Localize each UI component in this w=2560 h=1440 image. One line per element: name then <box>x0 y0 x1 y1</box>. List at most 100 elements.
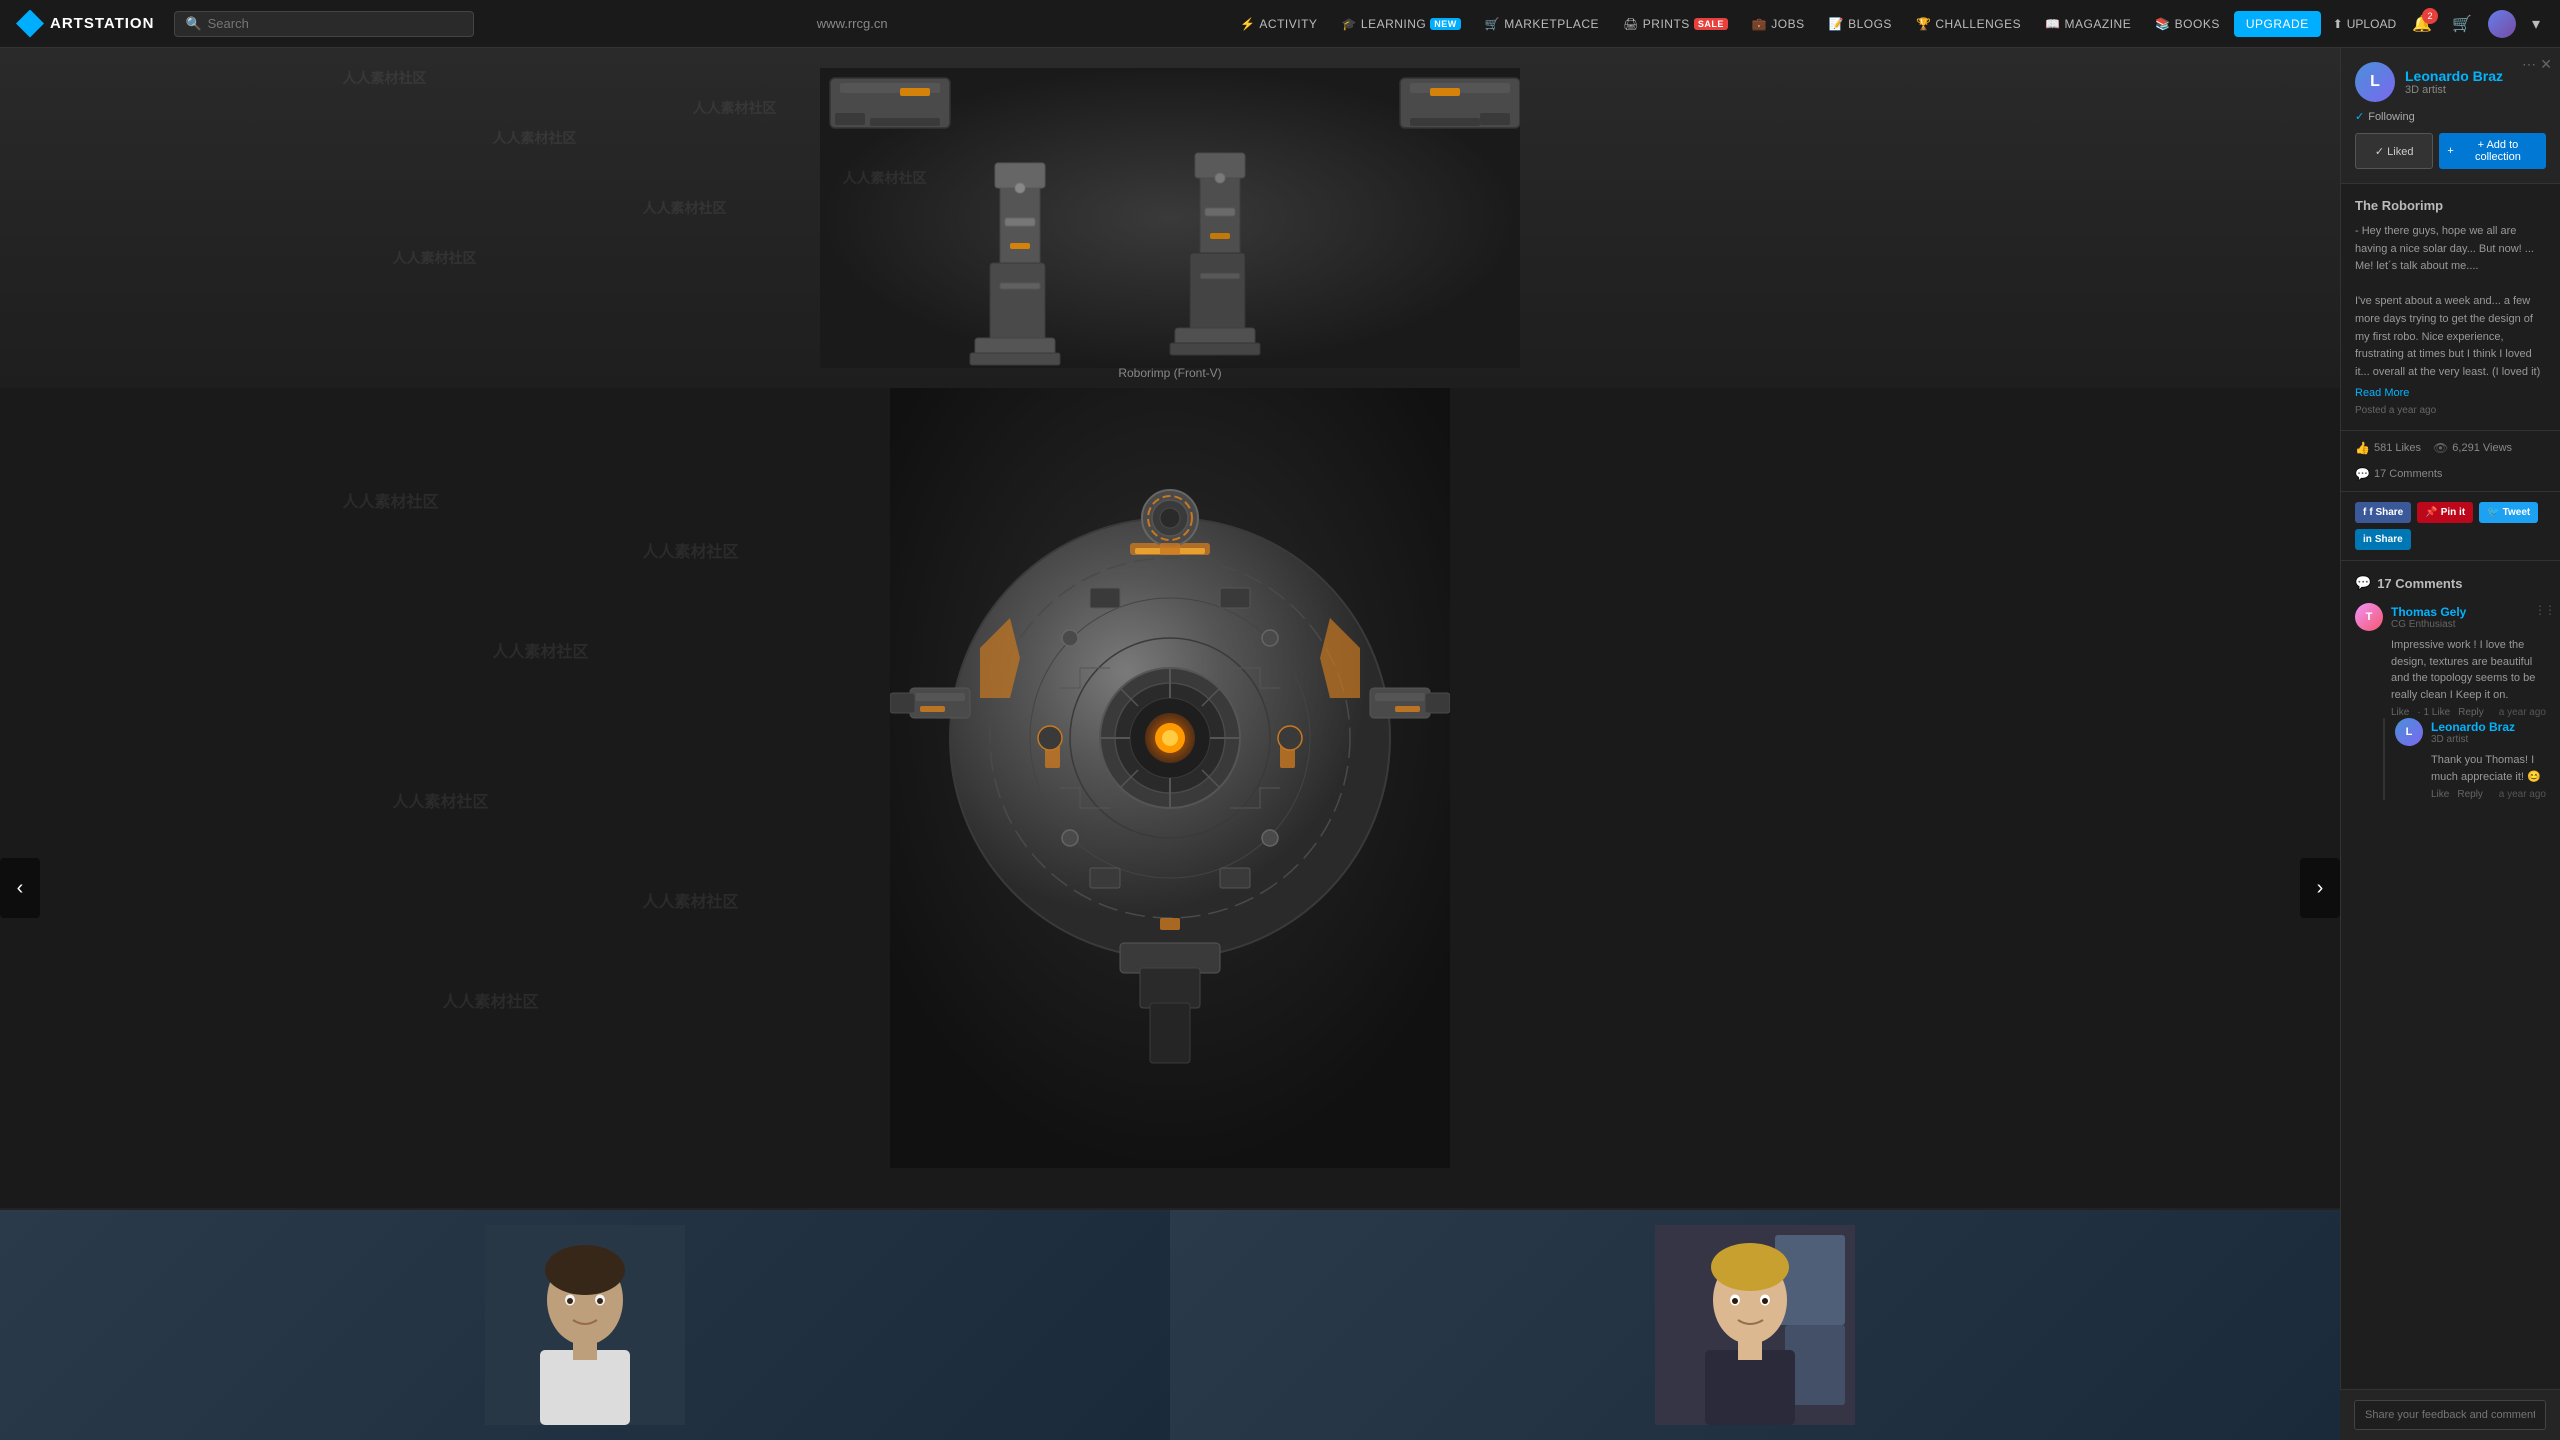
share-twitter-button[interactable]: 🐦 Tweet <box>2479 502 2538 523</box>
search-box[interactable]: 🔍 <box>174 11 474 37</box>
reply-text-leonardo: Thank you Thomas! I much appreciate it! … <box>2431 752 2546 785</box>
user-avatar-nav[interactable] <box>2488 10 2516 38</box>
comment-item: ⋮ T Thomas Gely CG Enthusiast Impressive… <box>2355 603 2546 800</box>
url-text: www.rrcg.cn <box>817 16 888 31</box>
reply-actions-leonardo: Like Reply a year ago <box>2431 789 2546 800</box>
comment-text-thomas: Impressive work ! I love the design, tex… <box>2391 637 2546 703</box>
marketplace-icon: 🛒 <box>1485 17 1500 31</box>
comments-stat: 💬 17 Comments <box>2355 467 2442 481</box>
reply-author-leonardo[interactable]: Leonardo Braz <box>2431 720 2515 734</box>
reply-comment-button[interactable]: Reply <box>2458 707 2484 718</box>
comment-header: T Thomas Gely CG Enthusiast <box>2355 603 2546 631</box>
wm-1: 人人素材社区 <box>343 488 439 512</box>
robot-top-svg <box>820 68 1520 368</box>
video-popup <box>0 1210 2340 1440</box>
views-stat: 👁 6,291 Views <box>2433 441 2512 455</box>
wm-6: 人人素材社区 <box>443 988 539 1012</box>
add-collection-button[interactable]: + + Add to collection <box>2439 133 2546 169</box>
linkedin-icon: in <box>2363 534 2372 545</box>
logo[interactable]: ARTSTATION <box>16 10 154 38</box>
like-reply-button[interactable]: Like <box>2431 789 2449 800</box>
next-artwork-button[interactable]: › <box>2300 858 2340 918</box>
reply-reply-button[interactable]: Reply <box>2457 789 2483 800</box>
share-row: f f Share 📌 Pin it 🐦 Tweet in Share <box>2341 492 2560 561</box>
search-input[interactable] <box>208 16 464 31</box>
plus-icon: + <box>2447 145 2453 157</box>
comments-icon: 💬 <box>2355 575 2371 591</box>
reply-header-leonardo: L Leonardo Braz 3D artist <box>2395 718 2546 746</box>
post-date: Posted a year ago <box>2355 405 2546 416</box>
comments-section: 💬 17 Comments ⋮ T Thomas Gely CG Enthusi… <box>2341 561 2560 828</box>
nav-item-jobs[interactable]: 💼 JOBS <box>1742 11 1815 37</box>
artwork-caption: Roborimp (Front-V) <box>1118 366 1221 380</box>
following-status: ✓ Following <box>2355 110 2546 123</box>
wm-4: 人人素材社区 <box>643 888 739 912</box>
share-pinterest-button[interactable]: 📌 Pin it <box>2417 502 2473 523</box>
description-section: The Roborimp - Hey there guys, hope we a… <box>2341 184 2560 431</box>
books-icon: 📚 <box>2155 17 2170 31</box>
watermark-4: 人人素材社区 <box>393 248 477 268</box>
read-more-link[interactable]: Read More <box>2355 387 2546 399</box>
share-facebook-button[interactable]: f f Share <box>2355 502 2411 523</box>
nav-item-magazine[interactable]: 📖 MAGAZINE <box>2035 11 2141 37</box>
video-placeholder-2 <box>1170 1210 2340 1440</box>
nav-item-marketplace[interactable]: 🛒 MARKETPLACE <box>1475 11 1609 37</box>
top-navigation: ARTSTATION 🔍 www.rrcg.cn ⚡ ACTIVITY 🎓 LE… <box>0 0 2560 48</box>
new-badge: NEW <box>1430 18 1461 30</box>
person-1-svg <box>485 1225 685 1425</box>
reply-info-leonardo: Leonardo Braz 3D artist <box>2431 720 2515 745</box>
wm-3: 人人素材社区 <box>393 788 489 812</box>
video-panel-1 <box>0 1210 1170 1440</box>
artwork-bottom-inner: 人人素材社区 人人素材社区 人人素材社区 人人素材社区 人人素材社区 人人素材社… <box>293 388 2048 1208</box>
reply-avatar-leonardo: L <box>2395 718 2423 746</box>
user-menu-chevron[interactable]: ▾ <box>2528 10 2544 38</box>
nav-item-prints[interactable]: 🖨 PRINTS SALE <box>1613 11 1738 37</box>
url-bar: www.rrcg.cn <box>486 16 1218 31</box>
prev-artwork-button[interactable]: ‹ <box>0 858 40 918</box>
check-icon: ✓ <box>2355 110 2364 123</box>
cart-button[interactable]: 🛒 <box>2448 10 2476 38</box>
reply-more-button[interactable]: ⋮ <box>2544 603 2556 617</box>
likes-count: 581 Likes <box>2374 442 2421 454</box>
twitter-icon: 🐦 <box>2487 507 2499 518</box>
comments-count: 17 Comments <box>2374 468 2442 480</box>
like-comment-button[interactable]: Like <box>2391 707 2409 718</box>
comments-title: 💬 17 Comments <box>2355 575 2546 591</box>
card-actions: ✓ Liked + + Add to collection <box>2355 133 2546 169</box>
card-close-button[interactable]: ✕ <box>2540 56 2552 73</box>
reply-role-leonardo: 3D artist <box>2431 734 2515 745</box>
comment-time-thomas: a year ago <box>2499 707 2546 718</box>
challenges-icon: 🏆 <box>1916 17 1931 31</box>
share-linkedin-button[interactable]: in Share <box>2355 529 2411 550</box>
watermark-3: 人人素材社区 <box>643 198 727 218</box>
card-more-button[interactable]: ⋯ <box>2522 56 2536 73</box>
nav-item-books[interactable]: 📚 BOOKS <box>2145 11 2230 37</box>
activity-icon: ⚡ <box>1240 17 1255 31</box>
views-count: 6,291 Views <box>2452 442 2512 454</box>
artist-card-header: L Leonardo Braz 3D artist <box>2355 62 2546 102</box>
nav-item-challenges[interactable]: 🏆 CHALLENGES <box>1906 11 2031 37</box>
nav-items: ⚡ ACTIVITY 🎓 LEARNING NEW 🛒 MARKETPLACE … <box>1230 11 2321 37</box>
notifications-button[interactable]: 🔔 2 <box>2408 10 2436 38</box>
facebook-icon: f <box>2363 507 2366 518</box>
comment-actions-thomas: Like · 1 Like Reply a year ago <box>2391 707 2546 718</box>
search-icon: 🔍 <box>185 16 201 32</box>
jobs-icon: 💼 <box>1752 17 1767 31</box>
eye-icon: 👁 <box>2433 441 2448 455</box>
commenter-avatar-thomas: T <box>2355 603 2383 631</box>
liked-button[interactable]: ✓ Liked <box>2355 133 2433 169</box>
right-sidebar: ⋯ ✕ L Leonardo Braz 3D artist ✓ Followin… <box>2340 48 2560 1440</box>
video-panel-2 <box>1170 1210 2340 1440</box>
nav-item-activity[interactable]: ⚡ ACTIVITY <box>1230 11 1327 37</box>
artist-card: ⋯ ✕ L Leonardo Braz 3D artist ✓ Followin… <box>2341 48 2560 184</box>
nav-item-upgrade[interactable]: UPGRADE <box>2234 11 2321 37</box>
nav-item-blogs[interactable]: 📝 BLOGS <box>1819 11 1902 37</box>
nav-item-learning[interactable]: 🎓 LEARNING NEW <box>1331 11 1470 37</box>
wm-2: 人人素材社区 <box>493 638 589 662</box>
commenter-name-thomas[interactable]: Thomas Gely <box>2391 605 2466 619</box>
upload-icon: ⬆ <box>2333 17 2343 31</box>
nav-right: ⬆ UPLOAD 🔔 2 🛒 ▾ <box>2333 10 2544 38</box>
comment-input-area <box>2340 1389 2560 1440</box>
upload-button[interactable]: ⬆ UPLOAD <box>2333 17 2396 31</box>
comment-input[interactable] <box>2354 1400 2546 1430</box>
